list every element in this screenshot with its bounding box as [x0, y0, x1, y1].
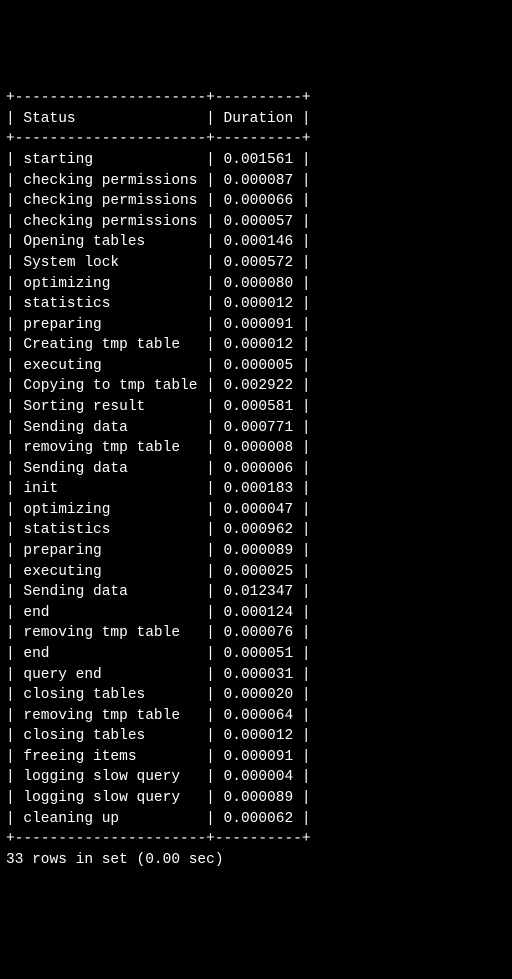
table-row: | query end | 0.000031 | — [6, 665, 506, 686]
table-row: | System lock | 0.000572 | — [6, 253, 506, 274]
table-row: | removing tmp table | 0.000008 | — [6, 438, 506, 459]
table-row: | Creating tmp table | 0.000012 | — [6, 335, 506, 356]
table-row: | optimizing | 0.000080 | — [6, 274, 506, 295]
table-row: | cleaning up | 0.000062 | — [6, 809, 506, 830]
table-row: | executing | 0.000005 | — [6, 356, 506, 377]
table-header: | Status | Duration | — [6, 109, 506, 130]
table-row: | preparing | 0.000089 | — [6, 541, 506, 562]
table-row: | checking permissions | 0.000057 | — [6, 212, 506, 233]
table-row: | Sending data | 0.000006 | — [6, 459, 506, 480]
table-row: | checking permissions | 0.000066 | — [6, 191, 506, 212]
table-row: | Copying to tmp table | 0.002922 | — [6, 376, 506, 397]
table-row: | Sorting result | 0.000581 | — [6, 397, 506, 418]
table-sep-bottom: +----------------------+----------+ — [6, 829, 506, 850]
table-row: | init | 0.000183 | — [6, 479, 506, 500]
table-row: | statistics | 0.000962 | — [6, 520, 506, 541]
table-row: | end | 0.000051 | — [6, 644, 506, 665]
table-row: | executing | 0.000025 | — [6, 562, 506, 583]
table-row: | closing tables | 0.000012 | — [6, 726, 506, 747]
table-row: | starting | 0.001561 | — [6, 150, 506, 171]
table-row: | Opening tables | 0.000146 | — [6, 232, 506, 253]
table-row: | logging slow query | 0.000089 | — [6, 788, 506, 809]
result-footer: 33 rows in set (0.00 sec) — [6, 850, 506, 871]
terminal-output: +----------------------+----------+| Sta… — [6, 88, 506, 870]
table-row: | closing tables | 0.000020 | — [6, 685, 506, 706]
table-sep-top: +----------------------+----------+ — [6, 88, 506, 109]
table-row: | logging slow query | 0.000004 | — [6, 767, 506, 788]
table-row: | Sending data | 0.000771 | — [6, 418, 506, 439]
table-sep-mid: +----------------------+----------+ — [6, 129, 506, 150]
table-row: | removing tmp table | 0.000064 | — [6, 706, 506, 727]
table-row: | Sending data | 0.012347 | — [6, 582, 506, 603]
table-row: | checking permissions | 0.000087 | — [6, 171, 506, 192]
table-row: | freeing items | 0.000091 | — [6, 747, 506, 768]
table-row: | optimizing | 0.000047 | — [6, 500, 506, 521]
table-row: | end | 0.000124 | — [6, 603, 506, 624]
table-row: | preparing | 0.000091 | — [6, 315, 506, 336]
table-row: | removing tmp table | 0.000076 | — [6, 623, 506, 644]
table-row: | statistics | 0.000012 | — [6, 294, 506, 315]
